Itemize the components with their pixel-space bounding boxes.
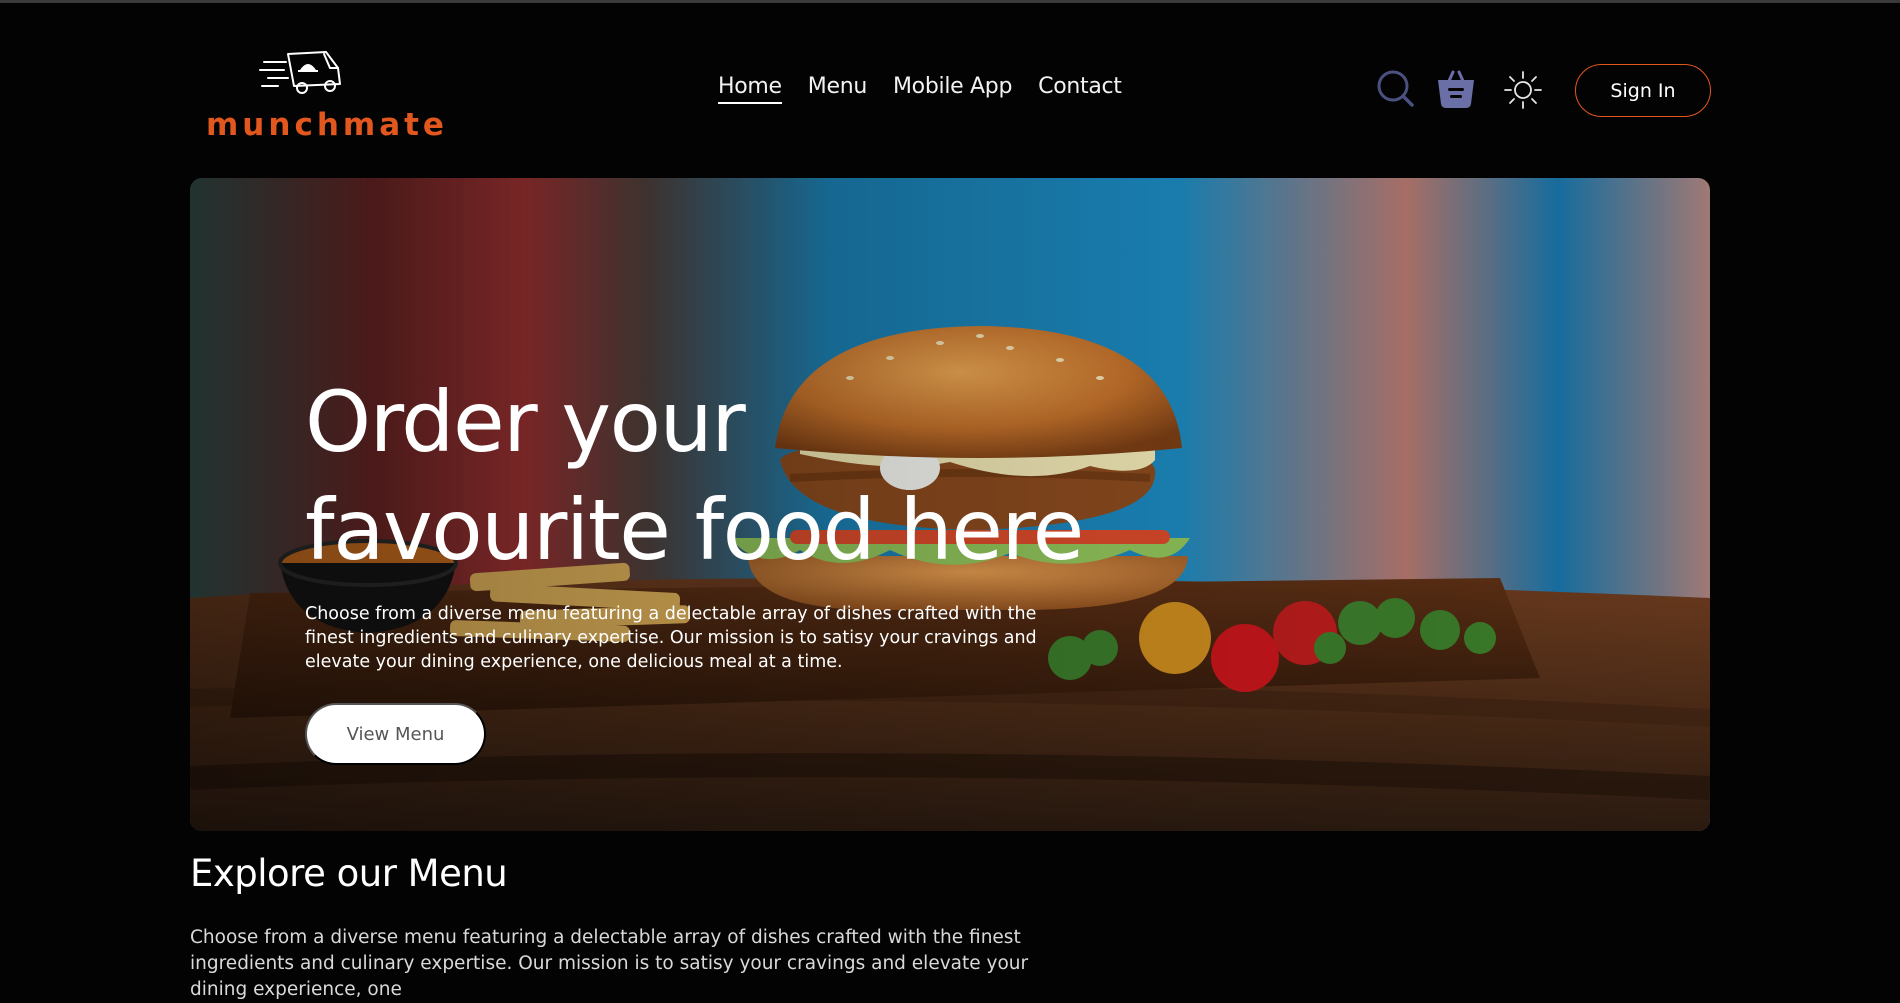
search-icon xyxy=(1377,70,1414,107)
explore-menu-title: Explore our Menu xyxy=(190,852,508,895)
sign-in-button[interactable]: Sign In xyxy=(1575,64,1711,117)
window-top-border xyxy=(0,0,1900,3)
nav-item-mobile-app[interactable]: Mobile App xyxy=(893,74,1012,104)
basket-button[interactable] xyxy=(1435,68,1477,110)
brand-name: munchmate xyxy=(206,107,448,143)
explore-menu-description: Choose from a diverse menu featuring a d… xyxy=(190,927,1029,1000)
theme-toggle-button[interactable] xyxy=(1503,70,1543,110)
nav-item-menu[interactable]: Menu xyxy=(808,74,868,104)
search-button[interactable] xyxy=(1376,69,1416,109)
brand-logo[interactable]: munchmate xyxy=(206,48,444,143)
hero-title-line-2: favourite food here xyxy=(305,481,1084,579)
main-nav: Home Menu Mobile App Contact xyxy=(718,74,1122,104)
delivery-truck-icon xyxy=(259,51,341,94)
hero-title-line-1: Order your xyxy=(305,373,746,471)
view-menu-button[interactable]: View Menu xyxy=(305,703,486,765)
basket-icon xyxy=(1438,70,1474,108)
nav-item-home[interactable]: Home xyxy=(718,74,782,104)
hero-banner: Order your favourite food here Choose fr… xyxy=(190,178,1710,831)
hero-description: Choose from a diverse menu featuring a d… xyxy=(305,604,1037,672)
sun-icon xyxy=(1504,71,1542,109)
navbar: munchmate Home Menu Mobile App Contact S… xyxy=(190,40,1711,143)
nav-item-contact[interactable]: Contact xyxy=(1038,74,1122,104)
hero-title: Order your favourite food here xyxy=(305,368,1085,584)
